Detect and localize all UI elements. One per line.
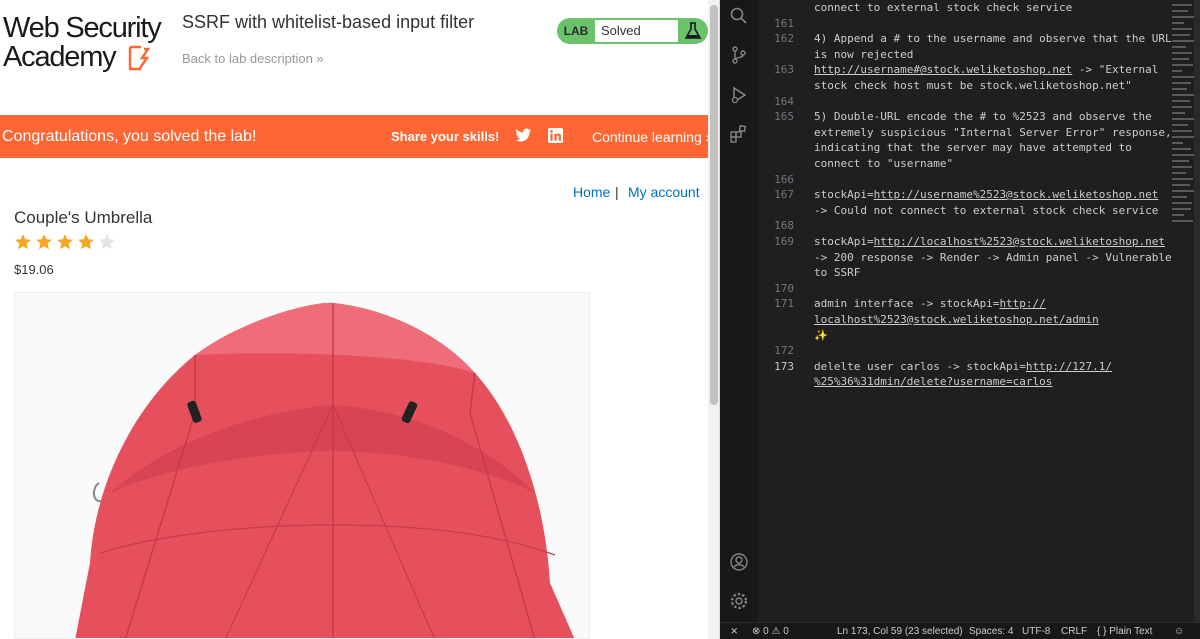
product-image-umbrella bbox=[14, 292, 590, 639]
home-link[interactable]: Home bbox=[573, 184, 610, 200]
code-line[interactable]: connect to external stock check service bbox=[814, 1, 1072, 14]
code-line[interactable]: %25%36%31dmin/delete?username=carlos bbox=[814, 375, 1052, 388]
product-rating bbox=[14, 233, 116, 251]
browser-scrollbar[interactable] bbox=[708, 0, 719, 639]
twitter-icon[interactable] bbox=[515, 128, 532, 143]
remote-icon[interactable]: ⨯ bbox=[730, 626, 738, 637]
code-line[interactable]: stockApi=http://localhost%2523@stock.wel… bbox=[814, 235, 1165, 248]
logo-bolt-icon bbox=[128, 45, 151, 71]
browser-window: Web Security Academy SSRF with whitelist… bbox=[0, 0, 720, 639]
line-number: 166 bbox=[774, 172, 794, 186]
web-security-academy-logo[interactable]: Web Security Academy bbox=[3, 14, 167, 72]
code-line[interactable]: is now rejected bbox=[814, 48, 913, 61]
problems-indicator[interactable]: ⊗ 0 ⚠ 0 bbox=[752, 626, 789, 637]
search-icon[interactable] bbox=[729, 6, 749, 26]
code-line[interactable]: -> Could not connect to external stock c… bbox=[814, 204, 1158, 217]
code-line[interactable]: connect to "username" bbox=[814, 157, 953, 170]
code-line[interactable]: admin interface -> stockApi=http:// bbox=[814, 297, 1046, 310]
code-line[interactable]: ✨ bbox=[814, 329, 828, 342]
extensions-icon[interactable] bbox=[729, 124, 749, 144]
logo-line-1: Web Security bbox=[3, 12, 162, 44]
code-line[interactable]: -> 200 response -> Render -> Admin panel… bbox=[814, 251, 1172, 264]
source-control-icon[interactable] bbox=[729, 45, 749, 65]
product-name: Couple's Umbrella bbox=[14, 208, 153, 227]
line-number: 172 bbox=[774, 344, 794, 358]
line-number: 164 bbox=[774, 94, 794, 108]
code-line[interactable]: delelte user carlos -> stockApi=http://1… bbox=[814, 360, 1112, 373]
editor-scrollbar[interactable] bbox=[1194, 0, 1200, 622]
product-price: $19.06 bbox=[14, 262, 54, 277]
encoding[interactable]: UTF-8 bbox=[1022, 626, 1050, 637]
line-number: 161 bbox=[774, 16, 794, 30]
activity-bar bbox=[720, 0, 758, 622]
code-editor: connect to external stock check service 1… bbox=[720, 0, 1200, 639]
nav-separator: | bbox=[615, 184, 619, 200]
browser-scrollbar-thumb[interactable] bbox=[710, 5, 718, 405]
star-filled-icon bbox=[78, 234, 94, 250]
star-filled-icon bbox=[15, 234, 31, 250]
code-line[interactable]: 4) Append a # to the username and observ… bbox=[814, 32, 1172, 45]
line-number: 173 bbox=[774, 359, 794, 373]
code-line[interactable]: 5) Double-URL encode the # to %2523 and … bbox=[814, 110, 1152, 123]
code-line[interactable]: to SSRF bbox=[814, 266, 860, 279]
minimap[interactable] bbox=[1172, 0, 1196, 230]
line-number: 170 bbox=[774, 281, 794, 295]
back-to-lab-description-link[interactable]: Back to lab description » bbox=[182, 51, 324, 66]
lab-badge: LAB bbox=[563, 24, 589, 38]
status-bar: ⨯ ⊗ 0 ⚠ 0 Ln 173, Col 59 (23 selected) S… bbox=[720, 622, 1200, 639]
congratulations-message: Congratulations, you solved the lab! bbox=[2, 128, 257, 145]
cursor-position[interactable]: Ln 173, Col 59 (23 selected) bbox=[837, 626, 963, 637]
code-line[interactable]: extremely suspicious "Internal Server Er… bbox=[814, 126, 1172, 139]
copilot-icon[interactable]: ☺ bbox=[1174, 626, 1184, 637]
code-line[interactable]: http://username#@stock.weliketoshop.net … bbox=[814, 63, 1158, 76]
code-line[interactable]: localhost%2523@stock.weliketoshop.net/ad… bbox=[814, 313, 1099, 326]
line-number: 167 bbox=[774, 188, 794, 202]
code-area[interactable]: connect to external stock check service 1… bbox=[758, 0, 1172, 622]
settings-gear-icon[interactable] bbox=[729, 591, 749, 611]
lab-title: SSRF with whitelist-based input filter bbox=[182, 12, 475, 32]
account-icon[interactable] bbox=[729, 552, 749, 572]
flask-icon bbox=[684, 22, 702, 39]
line-number: 162 bbox=[774, 32, 794, 46]
code-line[interactable]: indicating that the server may have atte… bbox=[814, 141, 1132, 154]
lab-status-widget: LAB Solved bbox=[557, 18, 708, 44]
continue-learning-link[interactable]: Continue learning » bbox=[592, 129, 713, 145]
indentation[interactable]: Spaces: 4 bbox=[969, 626, 1013, 637]
line-number: 171 bbox=[774, 297, 794, 311]
linkedin-icon[interactable] bbox=[548, 128, 563, 143]
language-mode[interactable]: { } Plain Text bbox=[1097, 626, 1152, 637]
line-number: 165 bbox=[774, 110, 794, 124]
code-line[interactable]: stockApi=http://username%2523@stock.weli… bbox=[814, 188, 1158, 201]
end-of-line[interactable]: CRLF bbox=[1061, 626, 1087, 637]
solved-banner: Congratulations, you solved the lab! Sha… bbox=[0, 115, 719, 158]
code-line[interactable]: stock check host must be stock.weliketos… bbox=[814, 79, 1132, 92]
run-debug-icon[interactable] bbox=[729, 85, 749, 105]
share-skills-label: Share your skills! bbox=[391, 129, 500, 144]
star-filled-icon bbox=[57, 234, 73, 250]
lab-status-text: Solved bbox=[595, 20, 678, 42]
star-empty-icon bbox=[99, 234, 115, 250]
star-filled-icon bbox=[36, 234, 52, 250]
my-account-link[interactable]: My account bbox=[628, 184, 700, 200]
line-number: 163 bbox=[774, 63, 794, 77]
line-number: 169 bbox=[774, 235, 794, 248]
line-number: 168 bbox=[774, 219, 794, 233]
